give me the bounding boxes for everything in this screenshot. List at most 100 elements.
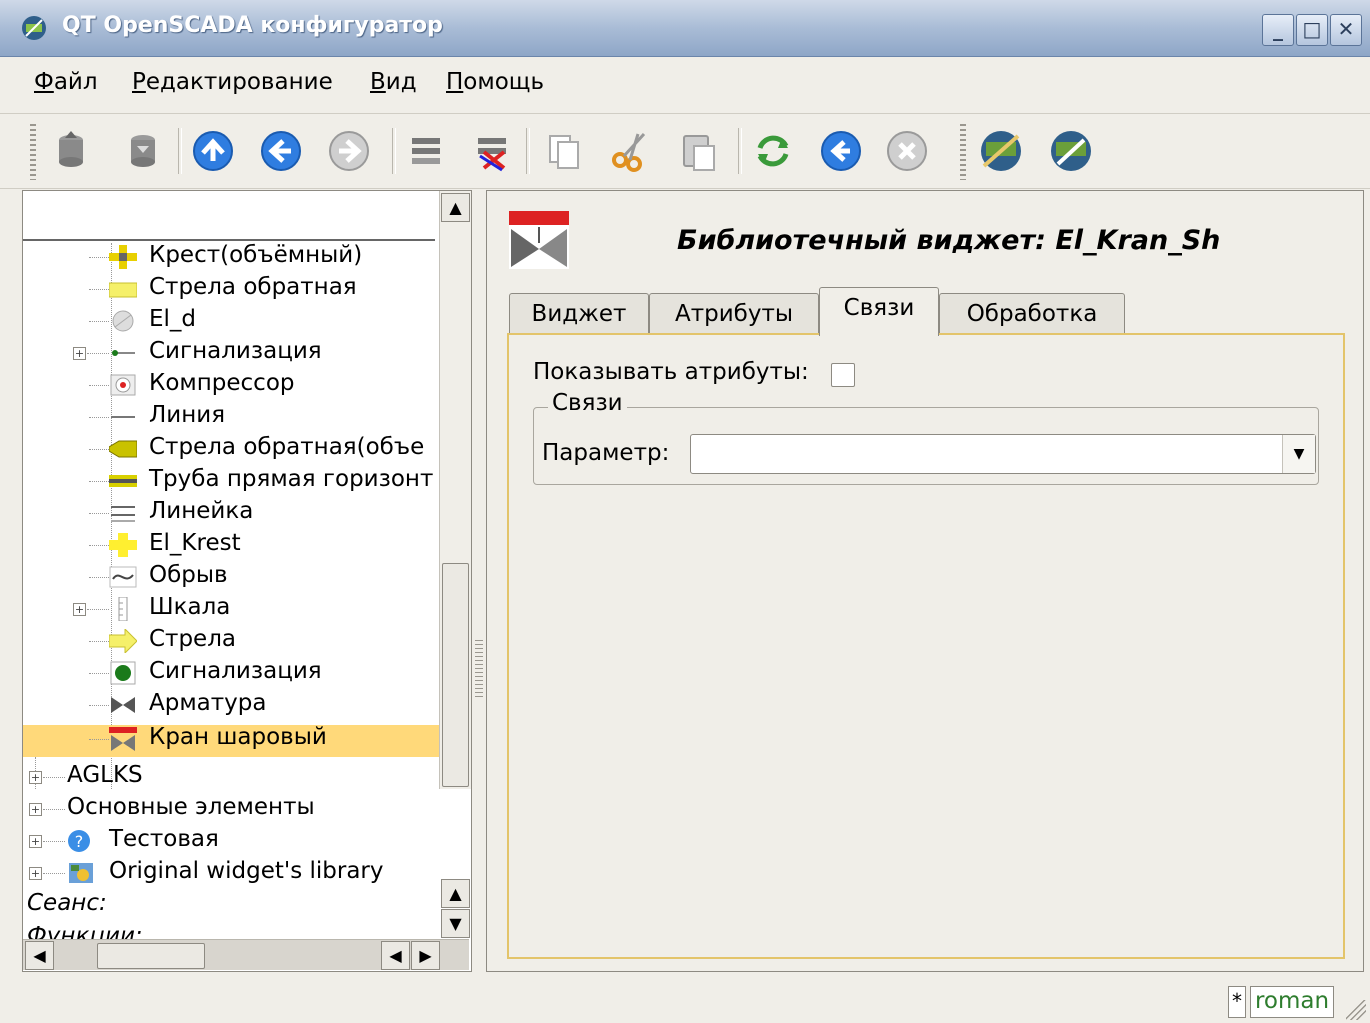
tree-item[interactable]: Стрела обратная(объе [23, 433, 439, 465]
expand-icon[interactable]: + [29, 835, 42, 848]
menu-view[interactable]: Вид [370, 69, 417, 95]
tree-item[interactable]: Сигнализация [23, 657, 439, 689]
scroll-down-button[interactable]: ▼ [441, 909, 470, 938]
tree-item[interactable]: Крест(объёмный) [23, 241, 439, 273]
tab-links[interactable]: Связи [819, 287, 939, 336]
menu-edit[interactable]: Редактирование [132, 69, 333, 95]
tab-attributes[interactable]: Атрибуты [649, 293, 819, 334]
scroll-left-button[interactable]: ◀ [25, 941, 54, 970]
tree-item[interactable]: Труба прямая горизонт [23, 465, 439, 497]
arrow-icon [109, 629, 137, 653]
reverse-arrow-icon [109, 282, 137, 298]
tree-item[interactable]: Арматура [23, 689, 439, 721]
cut-icon[interactable] [608, 128, 654, 174]
signal-dot-icon [110, 661, 136, 685]
back-icon[interactable] [258, 128, 304, 174]
scale-icon [118, 597, 128, 621]
ui-icon-1[interactable] [978, 128, 1024, 174]
valve-icon [111, 697, 135, 713]
functions-label: Функции: [27, 923, 143, 939]
delete-item-icon[interactable] [470, 128, 516, 174]
title-bar[interactable]: QT OpenSCADA конфигуратор _ □ ✕ [0, 0, 1370, 57]
toolbar-separator [392, 128, 396, 174]
status-bar: * roman [0, 978, 1370, 1023]
expand-icon[interactable]: + [29, 771, 42, 784]
start-icon[interactable] [818, 128, 864, 174]
tree-root-item[interactable]: + Основные элементы [23, 793, 439, 825]
tree-item[interactable]: + Сигнализация [23, 337, 439, 369]
copy-icon[interactable] [542, 128, 588, 174]
tree-item[interactable]: + Шкала [23, 593, 439, 625]
stop-icon[interactable] [884, 128, 930, 174]
maximize-button[interactable]: □ [1296, 14, 1328, 46]
links-groupbox: Связи Параметр: ▼ [533, 390, 1319, 485]
functions-label-row: Функции: [23, 917, 439, 939]
minimize-button[interactable]: _ [1262, 14, 1294, 46]
line-icon [111, 416, 135, 418]
tree-item[interactable]: Линейка [23, 497, 439, 529]
ruler-icon [111, 506, 135, 522]
tree-item-selected[interactable]: Кран шаровый [23, 724, 439, 757]
show-attributes-label: Показывать атрибуты: [533, 359, 809, 385]
db-load-icon[interactable] [48, 128, 94, 174]
menu-help[interactable]: Помощь [446, 69, 544, 95]
toolbar-grip[interactable] [960, 124, 966, 180]
splitter-grip[interactable] [475, 640, 483, 700]
tree-item[interactable]: El_d [23, 305, 439, 337]
tree-item[interactable]: Линия [23, 401, 439, 433]
close-button[interactable]: ✕ [1330, 14, 1362, 46]
parameter-combobox[interactable]: ▼ [690, 434, 1316, 474]
expand-icon[interactable]: + [29, 803, 42, 816]
paste-icon[interactable] [676, 128, 722, 174]
panel-splitter[interactable] [475, 190, 483, 970]
scroll-left-button[interactable]: ◀ [381, 941, 410, 970]
parameter-label: Параметр: [542, 440, 670, 466]
forward-icon[interactable] [326, 128, 372, 174]
reverse-arrow-3d-icon [109, 440, 137, 458]
add-item-icon[interactable] [404, 128, 450, 174]
scroll-up-button[interactable]: ▲ [441, 193, 470, 222]
tree-vertical-scrollbar[interactable]: ▲ [439, 191, 471, 789]
svg-text:?: ? [75, 832, 84, 851]
tree-header [23, 191, 435, 241]
tree-item[interactable]: Стрела обратная [23, 273, 439, 305]
tree-root-item[interactable]: + ? Тестовая [23, 825, 439, 857]
ui-icon-2[interactable] [1048, 128, 1094, 174]
expand-icon[interactable]: + [73, 603, 86, 616]
scroll-up-button[interactable]: ▲ [441, 879, 470, 908]
user-indicator[interactable]: roman [1250, 986, 1334, 1018]
app-icon [22, 16, 46, 40]
tab-widget[interactable]: Виджет [509, 293, 649, 334]
tab-processing[interactable]: Обработка [939, 293, 1125, 334]
modified-indicator: * [1228, 986, 1246, 1018]
refresh-icon[interactable] [750, 128, 796, 174]
up-icon[interactable] [190, 128, 236, 174]
show-attributes-checkbox[interactable] [831, 363, 855, 387]
el-krest-icon [109, 533, 137, 557]
toolbar-separator [738, 128, 742, 174]
widget-tree-panel[interactable]: Крест(объёмный) Стрела обратная El_d + С… [22, 190, 472, 972]
expand-icon[interactable]: + [29, 867, 42, 880]
tree-item[interactable]: Стрела [23, 625, 439, 657]
menu-file[interactable]: Файл [34, 69, 98, 95]
widget-inspector-panel: Библиотечный виджет: El_Kran_Sh Виджет А… [486, 190, 1364, 972]
scroll-thumb[interactable] [442, 563, 469, 787]
window-title: QT OpenSCADA конфигуратор [62, 13, 443, 38]
toolbar-grip[interactable] [30, 124, 36, 180]
tree-item[interactable]: Обрыв [23, 561, 439, 593]
db-save-icon[interactable] [120, 128, 166, 174]
toolbar-separator [178, 128, 182, 174]
tree-root-item[interactable]: + Original widget's library [23, 857, 439, 889]
tree-item[interactable]: Компрессор [23, 369, 439, 401]
signal-line-icon [112, 350, 135, 356]
scroll-thumb[interactable] [97, 943, 205, 969]
window-resize-grip[interactable] [1346, 1000, 1366, 1020]
chevron-down-icon[interactable]: ▼ [1282, 435, 1315, 473]
pipe-icon [109, 475, 137, 487]
scroll-right-button[interactable]: ▶ [411, 941, 440, 970]
tree-horizontal-scrollbar[interactable]: ◀ ◀ ▶ [23, 939, 469, 970]
expand-icon[interactable]: + [73, 347, 86, 360]
tree-item[interactable]: El_Krest [23, 529, 439, 561]
break-icon [109, 566, 137, 588]
menu-bar: Файл Редактирование Вид Помощь [0, 57, 1370, 114]
